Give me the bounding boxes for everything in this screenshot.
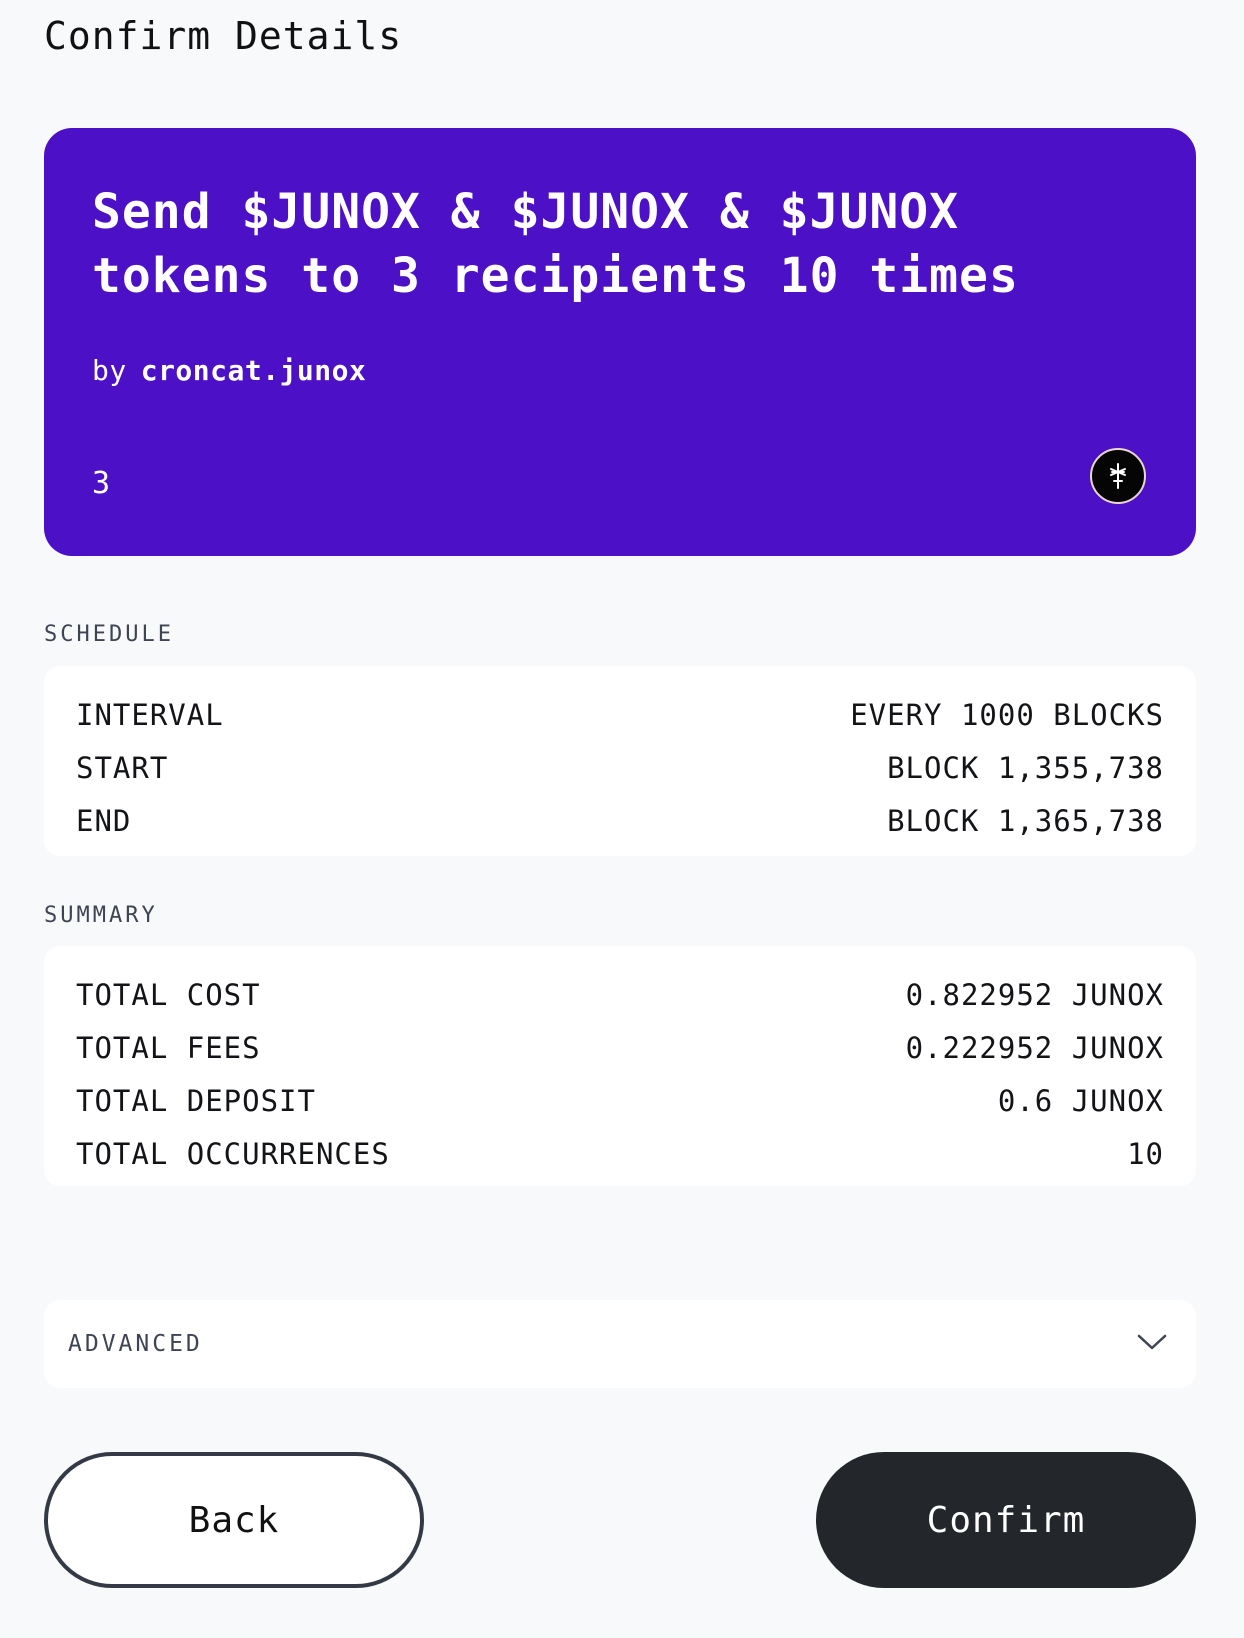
row-value: 0.6 JUNOX xyxy=(997,1083,1164,1118)
summary-row-total-deposit: TOTAL DEPOSIT 0.6 JUNOX xyxy=(76,1074,1164,1127)
summary-panel: TOTAL COST 0.822952 JUNOX TOTAL FEES 0.2… xyxy=(44,946,1196,1186)
task-author: by croncat.junox xyxy=(92,354,366,387)
recipient-count: 3 xyxy=(92,466,111,501)
author-name: croncat.junox xyxy=(140,354,367,387)
schedule-section-label: SCHEDULE xyxy=(44,622,174,647)
back-button[interactable]: Back xyxy=(44,1452,424,1588)
task-summary-card: Send $JUNOX & $JUNOX & $JUNOX tokens to … xyxy=(44,128,1196,556)
row-key: TOTAL COST xyxy=(76,977,261,1012)
summary-section-label: SUMMARY xyxy=(44,903,158,928)
row-value: BLOCK 1,365,738 xyxy=(887,803,1164,838)
row-value: EVERY 1000 BLOCKS xyxy=(850,697,1164,732)
row-value: 10 xyxy=(1127,1136,1164,1171)
advanced-accordion[interactable]: ADVANCED xyxy=(44,1300,1196,1388)
row-key: END xyxy=(76,803,132,838)
summary-row-total-fees: TOTAL FEES 0.222952 JUNOX xyxy=(76,1021,1164,1074)
schedule-panel: INTERVAL EVERY 1000 BLOCKS START BLOCK 1… xyxy=(44,666,1196,856)
row-key: TOTAL OCCURRENCES xyxy=(76,1136,390,1171)
summary-row-total-cost: TOTAL COST 0.822952 JUNOX xyxy=(76,968,1164,1021)
row-value: 0.222952 JUNOX xyxy=(905,1030,1164,1065)
row-value: BLOCK 1,355,738 xyxy=(887,750,1164,785)
schedule-row-end: END BLOCK 1,365,738 xyxy=(76,794,1164,847)
row-value: 0.822952 JUNOX xyxy=(905,977,1164,1012)
row-key: TOTAL FEES xyxy=(76,1030,261,1065)
row-key: START xyxy=(76,750,169,785)
by-label: by xyxy=(92,354,127,387)
page-title: Confirm Details xyxy=(44,14,403,58)
schedule-row-interval: INTERVAL EVERY 1000 BLOCKS xyxy=(76,688,1164,741)
confirm-button[interactable]: Confirm xyxy=(816,1452,1196,1588)
row-key: TOTAL DEPOSIT xyxy=(76,1083,316,1118)
row-key: INTERVAL xyxy=(76,697,224,732)
croncat-logo-icon xyxy=(1090,448,1146,504)
advanced-label: ADVANCED xyxy=(68,1331,203,1357)
summary-row-total-occurrences: TOTAL OCCURRENCES 10 xyxy=(76,1127,1164,1180)
task-title: Send $JUNOX & $JUNOX & $JUNOX tokens to … xyxy=(92,184,1019,304)
chevron-down-icon[interactable] xyxy=(1136,1332,1168,1356)
schedule-row-start: START BLOCK 1,355,738 xyxy=(76,741,1164,794)
